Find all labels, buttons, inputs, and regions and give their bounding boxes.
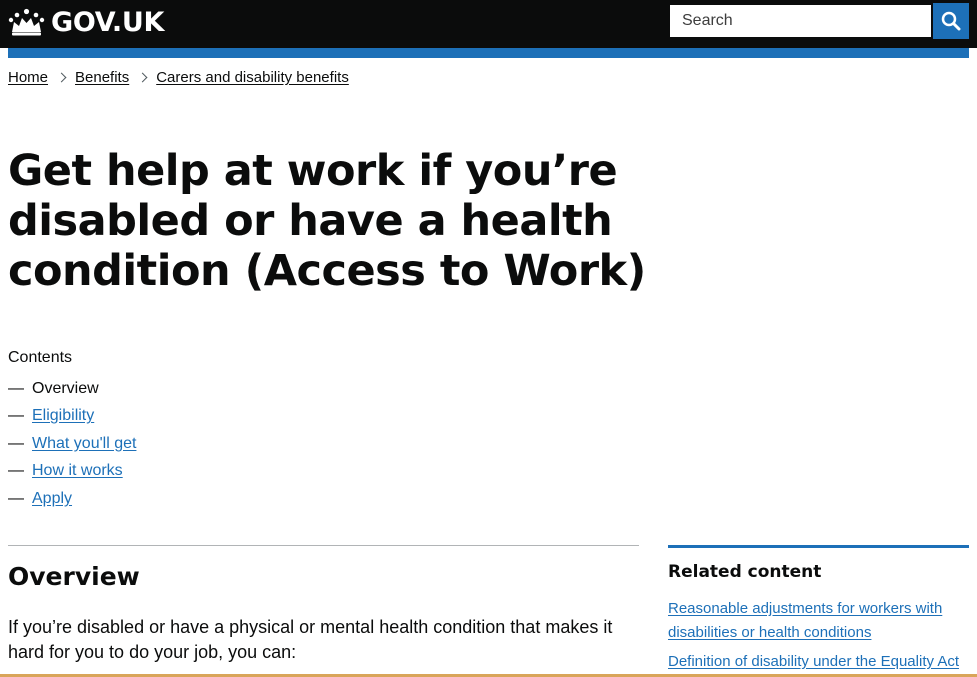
related-item: Definition of disability under the Equal…: [668, 650, 969, 677]
breadcrumb: Home Benefits Carers and disability bene…: [8, 69, 349, 86]
contents-link-eligibility[interactable]: Eligibility: [32, 407, 94, 425]
search-button[interactable]: [933, 3, 969, 39]
contents-link-how-it-works[interactable]: How it works: [32, 462, 123, 480]
dash-icon: —: [8, 489, 24, 507]
site-header: GOV.UK: [0, 0, 977, 48]
logo-text: GOV.UK: [51, 6, 165, 38]
contents-heading: Contents: [8, 349, 73, 366]
contents-item-overview: — Overview: [8, 375, 136, 403]
search-form: [668, 3, 969, 39]
contents-item-label: Overview: [32, 379, 99, 397]
dash-icon: —: [8, 462, 24, 480]
contents-link-what-youll-get[interactable]: What you'll get: [32, 435, 136, 453]
govuk-logo-link[interactable]: GOV.UK: [8, 6, 164, 38]
related-item: Reasonable adjustments for workers with …: [668, 597, 969, 645]
search-input[interactable]: [682, 12, 919, 30]
overview-intro: If you’re disabled or have a physical or…: [8, 617, 613, 662]
page-title: Get help at work if you’re disabled or h…: [8, 146, 646, 296]
search-icon: [941, 11, 961, 31]
chevron-right-icon: [137, 72, 148, 83]
header-blue-bar: [8, 48, 969, 58]
contents-item-what-youll-get: — What you'll get: [8, 430, 136, 458]
breadcrumb-benefits[interactable]: Benefits: [75, 69, 129, 86]
contents-item-how-it-works: — How it works: [8, 458, 136, 486]
contents-link-apply[interactable]: Apply: [32, 490, 72, 508]
related-link-reasonable-adjustments[interactable]: Reasonable adjustments for workers with …: [668, 600, 942, 641]
dash-icon: —: [8, 434, 24, 452]
related-top-bar: [668, 545, 969, 548]
contents-list: — Overview — Eligibility — What you'll g…: [8, 375, 136, 513]
chevron-right-icon: [56, 72, 67, 83]
crown-icon: [8, 8, 45, 36]
related-list: Reasonable adjustments for workers with …: [668, 597, 969, 677]
dash-icon: —: [8, 407, 24, 425]
overview-heading: Overview: [8, 562, 140, 591]
search-field[interactable]: [668, 3, 933, 39]
section-divider: [8, 545, 639, 546]
dash-icon: —: [8, 379, 24, 397]
contents-item-eligibility: — Eligibility: [8, 403, 136, 431]
contents-item-apply: — Apply: [8, 485, 136, 513]
related-heading: Related content: [668, 562, 822, 582]
breadcrumb-home[interactable]: Home: [8, 69, 48, 86]
breadcrumb-carers-disability[interactable]: Carers and disability benefits: [156, 69, 349, 86]
